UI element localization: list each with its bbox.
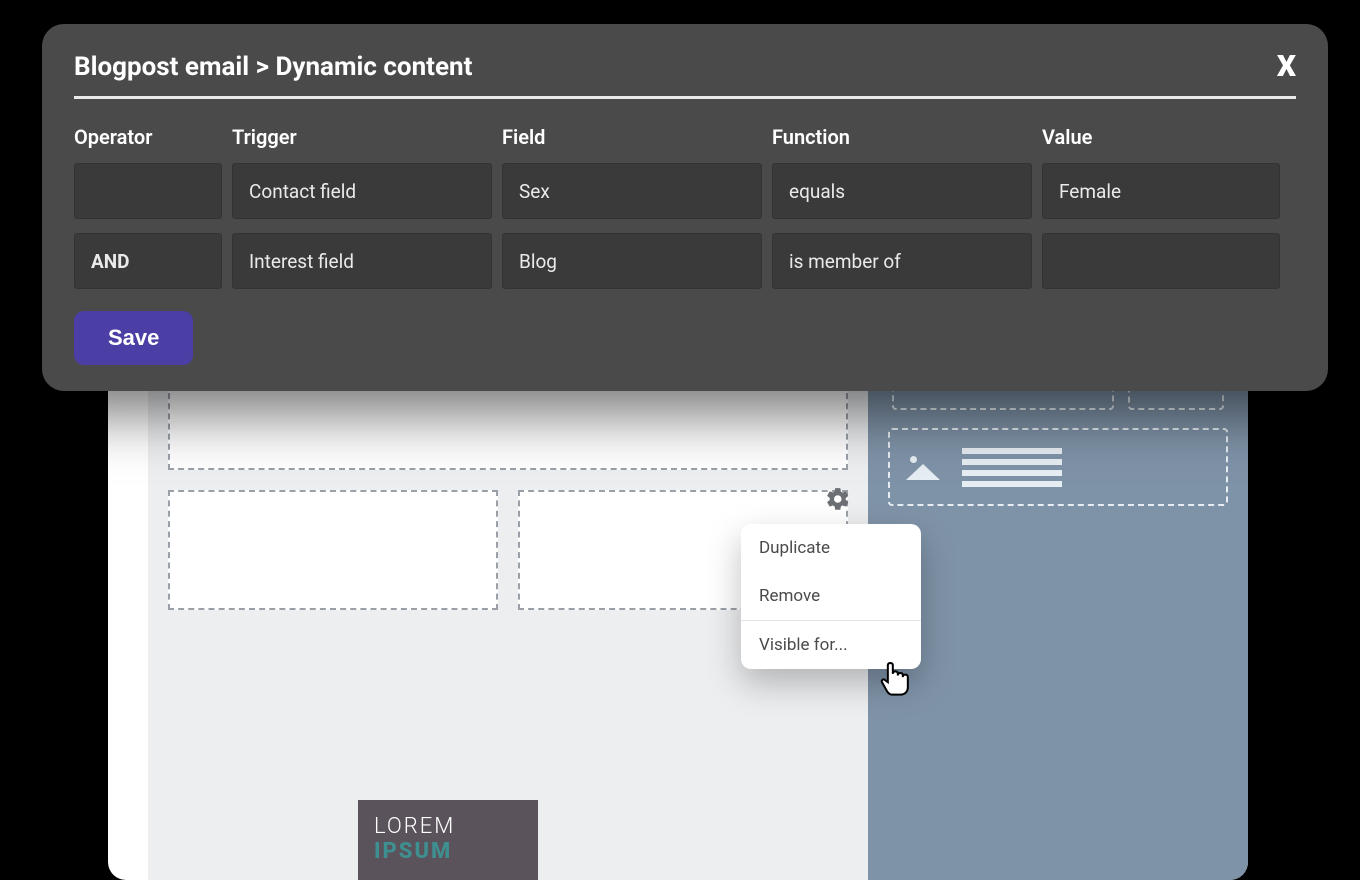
- trigger-cell[interactable]: Interest field: [232, 233, 492, 289]
- gear-icon: [825, 486, 851, 512]
- col-field: Field: [502, 125, 762, 149]
- block-settings-trigger[interactable]: [825, 486, 851, 516]
- conditions-grid: Operator Trigger Field Function Value Co…: [74, 125, 1296, 289]
- col-operator: Operator: [74, 125, 222, 149]
- function-cell[interactable]: equals: [772, 163, 1032, 219]
- context-menu: Duplicate Remove Visible for...: [741, 524, 921, 669]
- value-cell[interactable]: Female: [1042, 163, 1280, 219]
- dark-line1: LOREM: [374, 814, 522, 839]
- dark-content-block[interactable]: LOREM IPSUM: [358, 800, 538, 880]
- close-button[interactable]: X: [1277, 52, 1296, 82]
- dynamic-content-modal: Blogpost email > Dynamic content X Opera…: [42, 24, 1328, 391]
- canvas-slot[interactable]: [168, 490, 498, 610]
- dark-line2: IPSUM: [374, 839, 522, 864]
- col-function: Function: [772, 125, 1032, 149]
- function-cell[interactable]: is member of: [772, 233, 1032, 289]
- trigger-cell[interactable]: Contact field: [232, 163, 492, 219]
- menu-remove[interactable]: Remove: [741, 572, 921, 620]
- menu-duplicate[interactable]: Duplicate: [741, 524, 921, 572]
- value-cell[interactable]: [1042, 233, 1280, 289]
- operator-cell[interactable]: AND: [74, 233, 222, 289]
- pointer-cursor-icon: [880, 658, 914, 698]
- operator-cell[interactable]: [74, 163, 222, 219]
- col-value: Value: [1042, 125, 1280, 149]
- col-trigger: Trigger: [232, 125, 492, 149]
- palette-image-text-block[interactable]: [888, 428, 1228, 506]
- field-cell[interactable]: Blog: [502, 233, 762, 289]
- image-icon: [906, 454, 940, 480]
- text-lines-icon: [962, 448, 1062, 487]
- field-cell[interactable]: Sex: [502, 163, 762, 219]
- modal-title: Blogpost email > Dynamic content: [74, 52, 472, 82]
- save-button[interactable]: Save: [74, 311, 193, 365]
